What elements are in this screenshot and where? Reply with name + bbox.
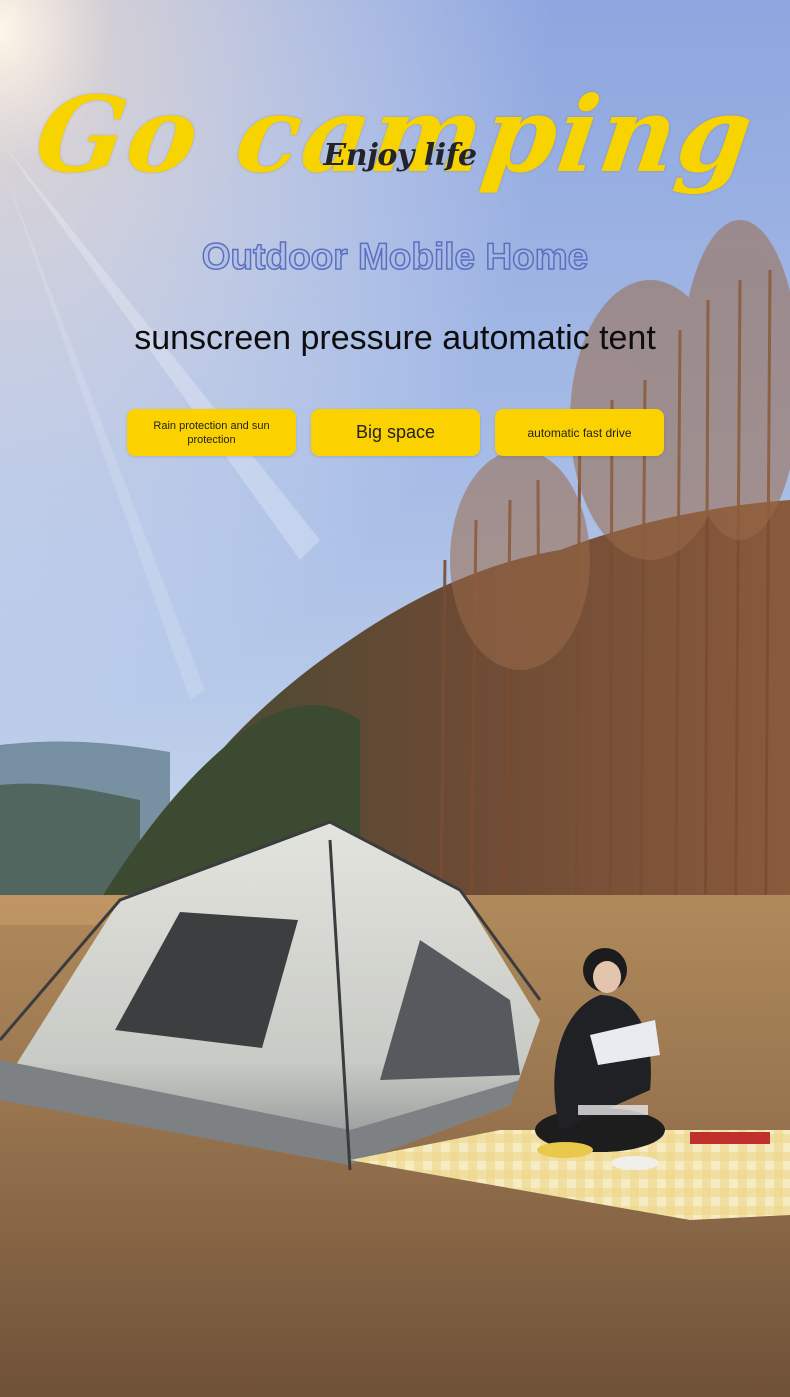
poster: Go camping Enjoy life Outdoor Mobile Hom… bbox=[0, 0, 790, 1397]
feature-badge-big-space: Big space bbox=[311, 409, 480, 456]
feature-badge-label: automatic fast drive bbox=[527, 425, 632, 440]
outdoor-mobile-home-title: Outdoor Mobile Home bbox=[201, 235, 589, 278]
feature-badge-rain-sun: Rain protection and sun protection bbox=[127, 409, 296, 456]
feature-badge-label: Rain protection and sun protection bbox=[153, 419, 270, 446]
go-camping-script-title: Go camping bbox=[28, 73, 762, 196]
feature-badge-automatic: automatic fast drive bbox=[495, 409, 664, 456]
feature-badge-label: Big space bbox=[355, 422, 436, 442]
enjoy-life-subtitle: Enjoy life bbox=[323, 138, 477, 173]
product-tagline: sunscreen pressure automatic tent bbox=[134, 319, 656, 357]
camping-scene-photo bbox=[0, 0, 790, 1397]
